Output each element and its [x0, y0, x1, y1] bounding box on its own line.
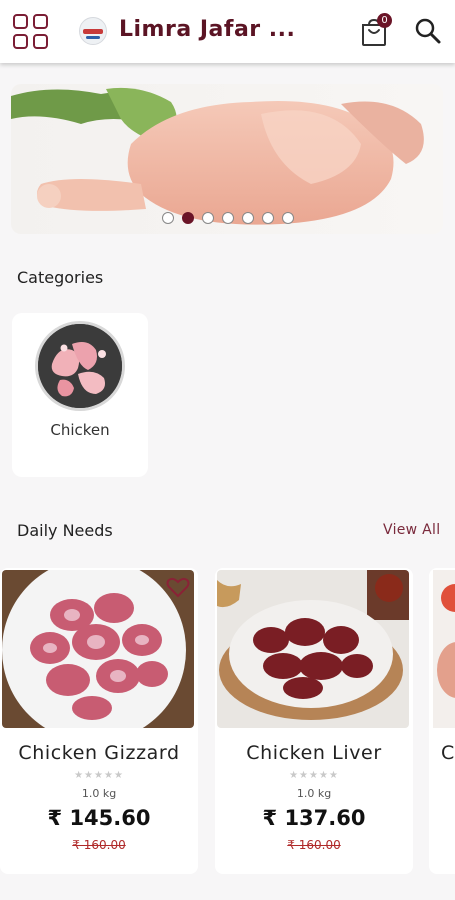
product-name: Chicken Gizzard — [18, 742, 180, 764]
carousel-dot[interactable] — [282, 212, 294, 224]
carousel-dot[interactable] — [262, 212, 274, 224]
product-weight: 1.0 kg — [81, 787, 117, 800]
product-name: Chicken Liver — [246, 742, 382, 764]
carousel-dot[interactable] — [222, 212, 234, 224]
star-rating: ★★★★★ — [74, 770, 124, 781]
carousel-dot[interactable] — [162, 212, 174, 224]
store-name[interactable]: Limra Jafar ... — [119, 17, 295, 42]
product-price: ₹ 137.60 — [262, 806, 366, 830]
category-label: Chicken — [50, 421, 110, 439]
view-all-link[interactable]: View All — [383, 522, 440, 538]
product-card-partial[interactable]: C — [429, 568, 455, 874]
heart-icon[interactable] — [166, 576, 190, 598]
grid-menu-icon[interactable] — [13, 14, 49, 50]
product-image — [217, 570, 409, 728]
star-rating: ★★★★★ — [289, 770, 339, 781]
product-image — [433, 570, 455, 728]
daily-needs-heading: Daily Needs — [17, 521, 113, 540]
store-logo — [79, 17, 107, 45]
carousel-dot-active[interactable] — [182, 212, 194, 224]
app-header: Limra Jafar ... 0 — [0, 0, 455, 63]
product-price: ₹ 145.60 — [47, 806, 151, 830]
carousel-dot[interactable] — [202, 212, 214, 224]
carousel-indicator[interactable] — [162, 212, 294, 224]
product-card-chicken-gizzard[interactable]: Chicken Gizzard ★★★★★ 1.0 kg ₹ 145.60 ₹ … — [0, 568, 198, 874]
product-card-chicken-liver[interactable]: Chicken Liver ★★★★★ 1.0 kg ₹ 137.60 ₹ 16… — [215, 568, 413, 874]
product-name: C — [441, 742, 455, 764]
product-mrp: ₹ 160.00 — [287, 838, 341, 852]
product-weight: 1.0 kg — [296, 787, 332, 800]
cart-count-badge: 0 — [377, 13, 392, 28]
search-icon[interactable] — [414, 17, 442, 45]
category-card-chicken[interactable]: Chicken — [12, 313, 148, 477]
category-image — [35, 321, 125, 411]
categories-heading: Categories — [17, 268, 104, 287]
carousel-dot[interactable] — [242, 212, 254, 224]
product-mrp: ₹ 160.00 — [72, 838, 126, 852]
